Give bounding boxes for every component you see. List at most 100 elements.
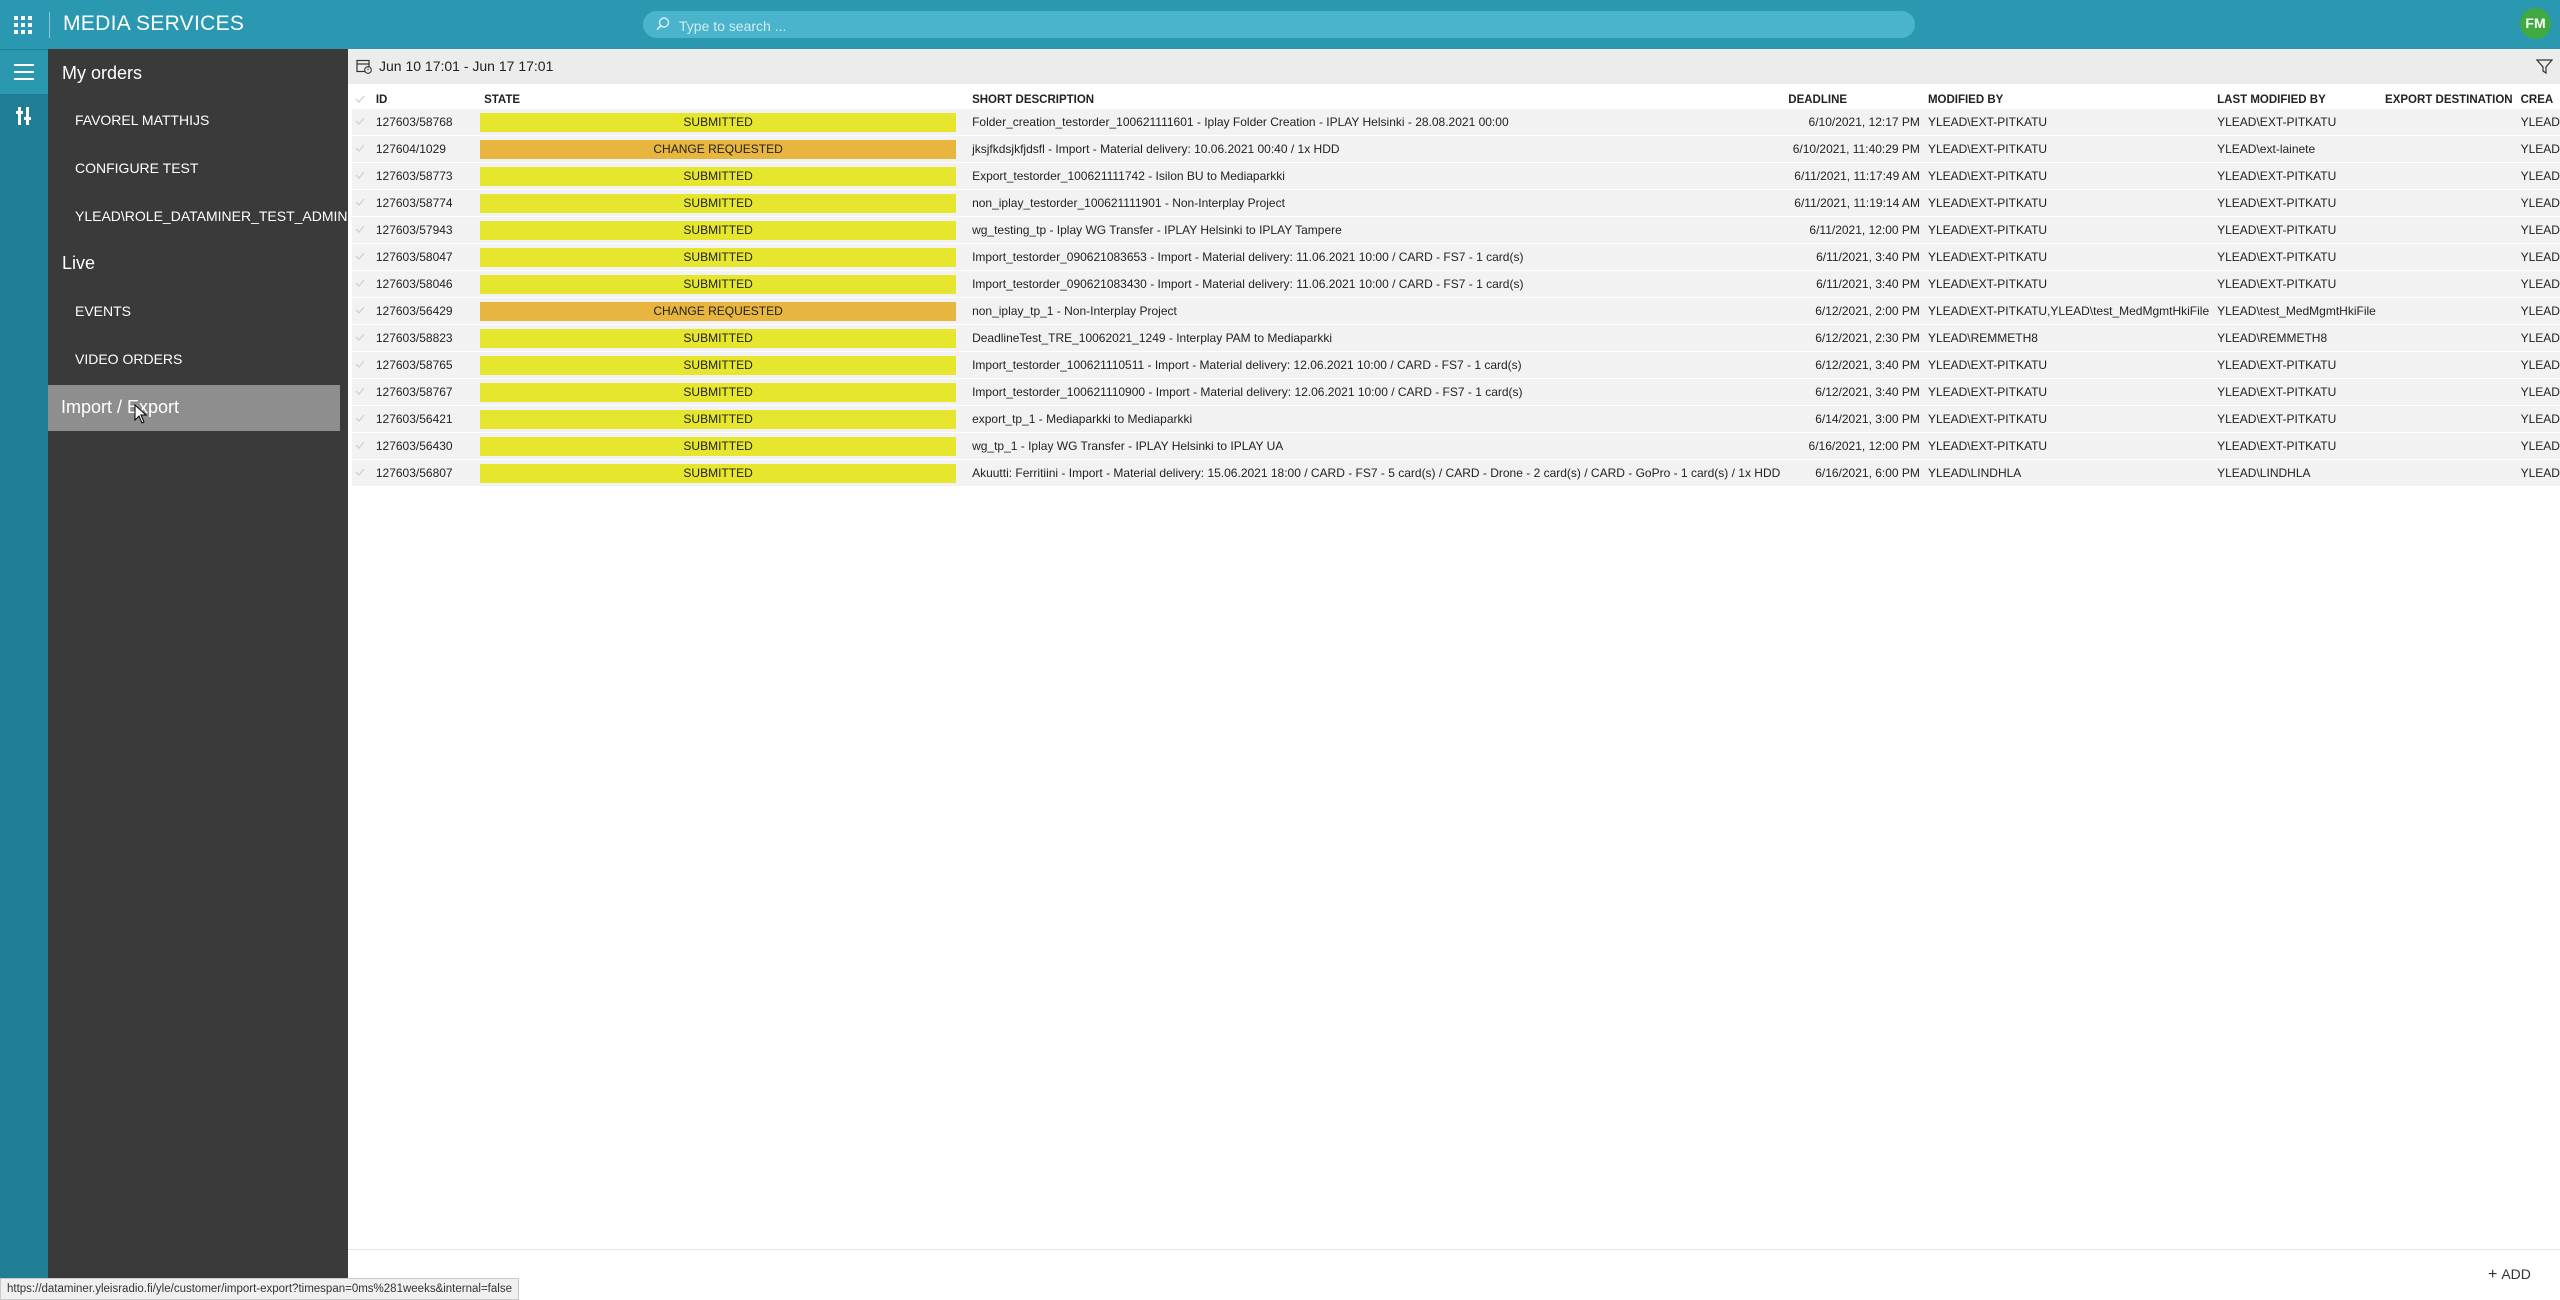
table-row[interactable]: 127603/58046 SUBMITTED Import_testorder_09… <box>352 270 2560 298</box>
status-badge: SUBMITTED <box>480 328 957 348</box>
cell-last-modified-by: YLEAD\EXT-PITKATU <box>2217 115 2337 129</box>
tools-icon <box>16 107 31 125</box>
table-row[interactable]: 127603/58767 SUBMITTED Import_testorder_10… <box>352 378 2560 406</box>
row-checkbox[interactable] <box>352 379 368 406</box>
row-checkbox[interactable] <box>352 163 368 190</box>
cell-last-modified-by: YLEAD\EXT-PITKATU <box>2217 196 2337 210</box>
table-row[interactable]: 127603/56807 SUBMITTED Akuutti: Ferritiini… <box>352 459 2560 487</box>
table-row[interactable]: 127603/58773 SUBMITTED Export_testorder_10… <box>352 162 2560 190</box>
cell-state: SUBMITTED <box>476 433 964 460</box>
app-title: MEDIA SERVICES <box>63 12 245 35</box>
select-all-checkbox[interactable] <box>352 91 368 109</box>
table-row[interactable]: 127603/56421 SUBMITTED export_tp_1 - Media… <box>352 405 2560 433</box>
cell-deadline: 6/10/2021, 12:17 PM <box>1808 115 1920 129</box>
user-avatar[interactable]: FM <box>2520 8 2551 39</box>
check-icon <box>355 117 365 125</box>
table-row[interactable]: 127603/58823 SUBMITTED DeadlineTest_TRE_10… <box>352 324 2560 352</box>
table-row[interactable]: 127603/58765 SUBMITTED Import_testorder_10… <box>352 351 2560 379</box>
nav-item-events[interactable]: EVENTS <box>75 303 131 319</box>
check-icon <box>355 144 365 152</box>
table-row[interactable]: 127603/58768 SUBMITTED Folder_creation_tes… <box>352 109 2560 136</box>
nav-heading-live[interactable]: Live <box>62 253 95 274</box>
row-checkbox[interactable] <box>352 298 368 325</box>
calendar-icon[interactable] <box>356 58 372 74</box>
cell-state: SUBMITTED <box>476 460 964 487</box>
cell-export-destination <box>2377 136 2513 163</box>
cell-deadline: 6/16/2021, 6:00 PM <box>1815 466 1920 480</box>
table-row[interactable]: 127603/58774 SUBMITTED non_iplay_testorder… <box>352 189 2560 217</box>
cell-id: 127603/57943 <box>375 223 453 237</box>
cell-short-description: Export_testorder_100621111742 - Isilon B… <box>972 169 1285 183</box>
table-row[interactable]: 127603/56430 SUBMITTED wg_tp_1 - Iplay WG … <box>352 432 2560 460</box>
column-header-deadline[interactable]: DEADLINE <box>1780 91 1920 109</box>
column-header-modified-by[interactable]: MODIFIED BY <box>1920 91 2209 109</box>
plus-icon: + <box>2488 1266 2498 1283</box>
column-header-short-description[interactable]: SHORT DESCRIPTION <box>964 91 1780 109</box>
cell-state: SUBMITTED <box>476 271 964 298</box>
cell-export-destination <box>2377 244 2513 271</box>
status-badge: SUBMITTED <box>480 409 957 429</box>
row-checkbox[interactable] <box>352 406 368 433</box>
row-checkbox[interactable] <box>352 352 368 379</box>
cell-export-destination <box>2377 163 2513 190</box>
apps-grid-icon[interactable] <box>14 16 32 34</box>
nav-heading-my-orders[interactable]: My orders <box>62 63 142 84</box>
cell-created: YLEAD <box>2520 196 2560 210</box>
cell-state: CHANGE REQUESTED <box>476 298 964 325</box>
row-checkbox[interactable] <box>352 190 368 217</box>
cell-modified-by: YLEAD\EXT-PITKATU <box>1927 250 2048 264</box>
cell-state: SUBMITTED <box>476 217 964 244</box>
row-checkbox[interactable] <box>352 325 368 352</box>
cell-short-description: export_tp_1 - Mediaparkki to Mediaparkki <box>972 412 1193 426</box>
column-header-export-destination[interactable]: EXPORT DESTINATION <box>2377 91 2513 109</box>
tools-button[interactable] <box>0 94 48 138</box>
table-row[interactable]: 127603/58047 SUBMITTED Import_testorder_09… <box>352 243 2560 271</box>
cell-deadline: 6/11/2021, 3:40 PM <box>1816 250 1920 264</box>
row-checkbox[interactable] <box>352 433 368 460</box>
check-icon <box>355 198 365 206</box>
column-header-created[interactable]: CREA <box>2513 91 2560 109</box>
date-range[interactable]: Jun 10 17:01 - Jun 17 17:01 <box>379 58 553 74</box>
table-row[interactable]: 127603/56429 CHANGE REQUESTED non_iplay_tp… <box>352 297 2560 325</box>
cell-last-modified-by: YLEAD\test_MedMgmtHkiFile <box>2217 304 2376 318</box>
search-input[interactable] <box>677 11 1881 40</box>
row-checkbox[interactable] <box>352 217 368 244</box>
add-label: ADD <box>2501 1266 2531 1282</box>
nav-item-role-dataminer[interactable]: YLEAD\ROLE_DATAMINER_TEST_ADMIN <box>75 208 348 224</box>
row-checkbox[interactable] <box>352 136 368 163</box>
table-row[interactable]: 127604/1029 CHANGE REQUESTED jksjfkdsjkfjd… <box>352 135 2560 163</box>
row-checkbox[interactable] <box>352 244 368 271</box>
nav-item-favorel-matthijs[interactable]: FAVOREL MATTHIJS <box>75 112 209 128</box>
cell-short-description: non_iplay_testorder_100621111901 - Non-I… <box>972 196 1285 210</box>
nav-item-import-export[interactable]: Import / Export <box>48 385 340 431</box>
cell-modified-by: YLEAD\EXT-PITKATU <box>1927 277 2048 291</box>
filter-icon[interactable] <box>2536 58 2553 75</box>
menu-toggle-button[interactable] <box>0 50 48 94</box>
cell-deadline: 6/11/2021, 3:40 PM <box>1816 277 1920 291</box>
cell-created: YLEAD <box>2520 250 2560 264</box>
nav-item-video-orders[interactable]: VIDEO ORDERS <box>75 351 182 367</box>
row-checkbox[interactable] <box>352 460 368 487</box>
cell-short-description: Import_testorder_090621083653 - Import -… <box>972 250 1524 264</box>
cell-last-modified-by: YLEAD\EXT-PITKATU <box>2217 169 2337 183</box>
cell-short-description: DeadlineTest_TRE_10062021_1249 - Interpl… <box>972 331 1333 345</box>
column-header-id[interactable]: ID <box>368 91 476 109</box>
cell-state: SUBMITTED <box>476 379 964 406</box>
status-badge: SUBMITTED <box>480 382 957 402</box>
left-rail <box>0 49 48 1298</box>
check-icon <box>355 360 365 368</box>
add-button[interactable]: + ADD <box>2488 1266 2531 1286</box>
table-row[interactable]: 127603/57943 SUBMITTED wg_testing_tp - Ipl… <box>352 216 2560 244</box>
cell-state: SUBMITTED <box>476 109 964 136</box>
column-header-state[interactable]: STATE <box>476 91 964 109</box>
cell-created: YLEAD <box>2520 223 2560 237</box>
check-icon <box>355 441 365 449</box>
row-checkbox[interactable] <box>352 271 368 298</box>
cell-short-description: Import_testorder_100621110511 - Import -… <box>972 358 1522 372</box>
nav-item-configure-test[interactable]: CONFIGURE TEST <box>75 160 198 176</box>
check-icon <box>355 306 365 314</box>
row-checkbox[interactable] <box>352 109 368 136</box>
column-header-last-modified-by[interactable]: LAST MODIFIED BY <box>2209 91 2377 109</box>
search-box[interactable] <box>643 11 1915 40</box>
cell-last-modified-by: YLEAD\EXT-PITKATU <box>2217 223 2337 237</box>
